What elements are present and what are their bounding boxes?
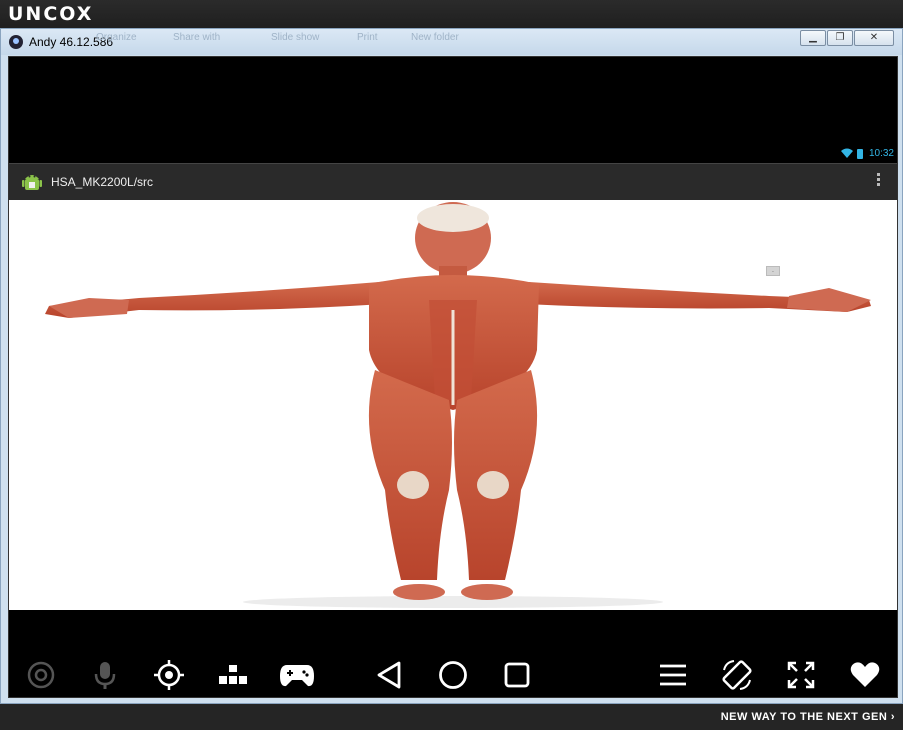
recents-icon[interactable] — [499, 657, 535, 693]
close-button[interactable]: ✕ — [854, 30, 894, 46]
ghost-menu-print: Print — [357, 32, 378, 43]
android-screen: 10:32 HSA_MK2200L/src . — [8, 56, 898, 698]
desktop-frame: UNCOX Andy 46.12.586 Organize Share with… — [0, 0, 903, 730]
battery-icon — [857, 149, 863, 159]
ghost-menu-share: Share with — [173, 32, 221, 43]
gamepad-icon[interactable] — [279, 657, 315, 693]
image-marker: . — [766, 266, 780, 276]
uncox-logo: UNCOX — [8, 3, 94, 25]
footer-tagline[interactable]: NEW WAY TO THE NEXT GEN › — [721, 711, 895, 723]
andy-app-icon — [9, 35, 23, 49]
mic-icon[interactable] — [87, 657, 123, 693]
uncox-footer: NEW WAY TO THE NEXT GEN › — [0, 704, 903, 730]
heart-icon[interactable] — [847, 657, 883, 693]
window-controls: ▁ ❐ ✕ — [799, 30, 894, 46]
back-icon[interactable] — [371, 657, 407, 693]
rotate-icon[interactable] — [719, 657, 755, 693]
keyboard-icon[interactable] — [215, 657, 251, 693]
ghost-menu-organize: Organize — [96, 32, 137, 43]
action-bar: HSA_MK2200L/src — [9, 163, 897, 200]
action-bar-title: HSA_MK2200L/src — [51, 175, 154, 189]
minimize-button[interactable]: ▁ — [800, 30, 826, 46]
muscle-anatomy-image — [45, 202, 871, 608]
status-time: 10:32 — [868, 148, 894, 159]
menu-icon[interactable] — [655, 657, 691, 693]
wifi-icon — [841, 148, 853, 161]
maximize-button[interactable]: ❐ — [827, 30, 853, 46]
location-icon[interactable] — [151, 657, 187, 693]
andy-toolbar — [9, 660, 897, 695]
ghost-menu-new-folder: New folder — [411, 32, 459, 43]
window-titlebar[interactable]: Andy 46.12.586 Organize Share with Slide… — [1, 29, 902, 55]
fullscreen-icon[interactable] — [783, 657, 819, 693]
android-app-icon[interactable] — [21, 171, 43, 193]
home-icon[interactable] — [435, 657, 471, 693]
camera-icon[interactable] — [23, 657, 59, 693]
image-viewer[interactable]: . — [9, 200, 897, 610]
uncox-header: UNCOX — [0, 0, 903, 28]
status-bar: 10:32 — [9, 145, 897, 163]
overflow-menu-icon[interactable] — [877, 173, 881, 188]
andy-window: Andy 46.12.586 Organize Share with Slide… — [0, 28, 903, 704]
ghost-menu-slideshow: Slide show — [271, 32, 320, 43]
